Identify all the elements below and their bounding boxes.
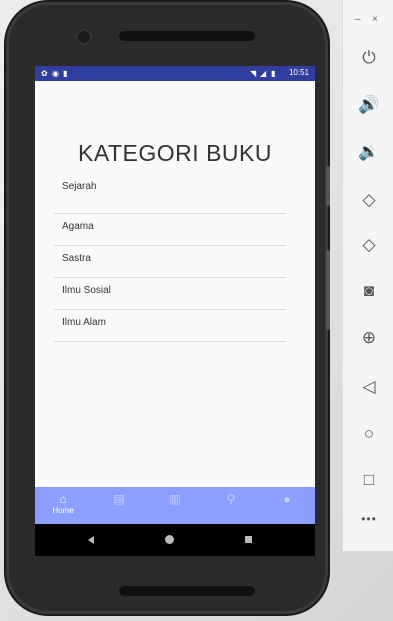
book-icon: ▤ <box>113 492 125 506</box>
list-item-ilmu-sosial[interactable]: Ilmu Sosial <box>54 278 286 310</box>
status-bar: ✿ ◉ ▮ ◥ ◢ ▮ 10:51 <box>35 66 315 81</box>
back-icon[interactable] <box>88 536 94 544</box>
battery-icon: ▮ <box>271 69 276 78</box>
list-item-sastra[interactable]: Sastra <box>54 246 286 278</box>
overview-icon[interactable]: □ <box>356 467 382 493</box>
account-icon: ● <box>283 492 291 506</box>
rotate-right-icon[interactable]: ◇ <box>356 232 382 258</box>
volume-up-icon[interactable]: 🔊 <box>356 92 382 118</box>
home-icon: ⌂ <box>59 492 67 506</box>
camera-icon[interactable]: ◙ <box>356 278 382 304</box>
nav-item-search[interactable]: ⚲ <box>203 487 259 524</box>
home-icon[interactable]: ○ <box>356 421 382 447</box>
home-circle-icon[interactable] <box>165 535 174 544</box>
recents-icon[interactable] <box>245 536 252 543</box>
nav-item-account[interactable]: ● <box>259 487 315 524</box>
list-item-sejarah[interactable]: Sejarah <box>54 176 286 214</box>
search-icon: ⚲ <box>226 492 236 506</box>
minimize-icon[interactable]: – <box>355 14 361 25</box>
volume-side-button[interactable] <box>326 250 330 330</box>
front-camera-icon <box>76 29 92 45</box>
bottom-speaker <box>119 586 255 596</box>
status-time: 10:51 <box>288 68 309 77</box>
power-icon[interactable]: ⏻ <box>356 45 382 71</box>
app-screen: ✿ ◉ ▮ ◥ ◢ ▮ 10:51 KATEGORI BUKU Sejarah … <box>35 66 315 556</box>
back-icon[interactable]: ◁ <box>356 374 382 400</box>
volume-down-icon[interactable]: 🔉 <box>356 139 382 165</box>
signal-icon: ◢ <box>260 69 267 78</box>
list-item-agama[interactable]: Agama <box>54 214 286 246</box>
page-title: KATEGORI BUKU <box>78 140 272 166</box>
system-navigation-bar <box>35 524 315 556</box>
settings-icon: ✿ <box>41 69 48 78</box>
nav-item-library[interactable]: ▥ <box>147 487 203 524</box>
power-side-button[interactable] <box>326 166 330 206</box>
window-controls: – × <box>343 14 393 30</box>
category-list: Sejarah Agama Sastra Ilmu Sosial Ilmu Al… <box>54 176 286 342</box>
library-icon: ▥ <box>169 492 181 506</box>
more-icon[interactable]: ••• <box>356 512 382 526</box>
list-item-ilmu-alam[interactable]: Ilmu Alam <box>54 310 286 342</box>
bottom-navigation: ⌂ Home ▤ ▥ ⚲ ● <box>35 487 315 524</box>
top-speaker <box>119 31 255 41</box>
sd-card-icon: ▮ <box>63 69 68 78</box>
rotate-left-icon[interactable]: ◇ <box>356 187 382 213</box>
wifi-icon: ◥ <box>250 69 257 78</box>
zoom-in-icon[interactable]: ⊕ <box>356 325 382 351</box>
emulator-toolbar: – × ⏻ 🔊 🔉 ◇ ◇ ◙ ⊕ ◁ ○ □ ••• <box>342 0 393 551</box>
circle-icon: ◉ <box>52 69 59 78</box>
close-icon[interactable]: × <box>372 14 378 25</box>
nav-home-label: Home <box>52 506 74 515</box>
nav-item-book[interactable]: ▤ <box>91 487 147 524</box>
nav-item-home[interactable]: ⌂ Home <box>35 487 91 524</box>
